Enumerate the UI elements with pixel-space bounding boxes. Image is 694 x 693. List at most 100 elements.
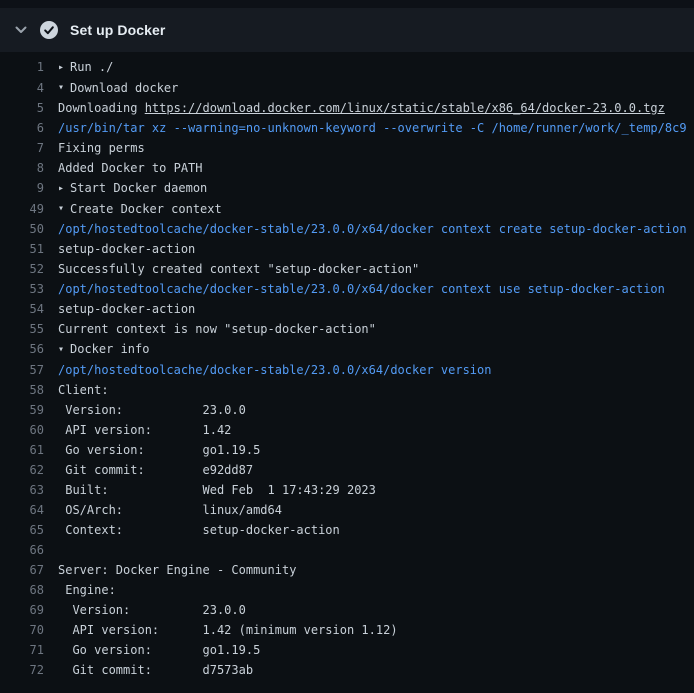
log-line[interactable]: 4 ▾Download docker — [0, 78, 694, 99]
plain-log-text: Version: 23.0.0 — [58, 600, 246, 620]
log-line[interactable]: 59 Version: 23.0.0 — [0, 400, 694, 420]
line-number[interactable]: 70 — [0, 620, 44, 640]
line-number[interactable]: 1 — [0, 57, 44, 78]
line-number[interactable]: 63 — [0, 480, 44, 500]
line-number[interactable]: 60 — [0, 420, 44, 440]
command-text: /opt/hostedtoolcache/docker-stable/23.0.… — [58, 222, 687, 236]
log-line[interactable]: 6 /usr/bin/tar xz --warning=no-unknown-k… — [0, 118, 694, 138]
plain-log-text: Git commit: e92dd87 — [58, 460, 253, 480]
line-content: /opt/hostedtoolcache/docker-stable/23.0.… — [58, 279, 665, 299]
line-number[interactable]: 69 — [0, 600, 44, 620]
collapse-group-icon[interactable]: ▾ — [58, 199, 70, 219]
log-line[interactable]: 51 setup-docker-action — [0, 239, 694, 259]
group-title: Run ./ — [70, 60, 113, 74]
log-line[interactable]: 52 Successfully created context "setup-d… — [0, 259, 694, 279]
log-url-link[interactable]: https://download.docker.com/linux/static… — [145, 101, 665, 115]
log-line[interactable]: 71 Go version: go1.19.5 — [0, 640, 694, 660]
line-number[interactable]: 5 — [0, 98, 44, 118]
chevron-down-icon[interactable] — [14, 23, 28, 37]
log-line[interactable]: 54 setup-docker-action — [0, 299, 694, 319]
log-line[interactable]: 53 /opt/hostedtoolcache/docker-stable/23… — [0, 279, 694, 299]
log-line[interactable]: 72 Git commit: d7573ab — [0, 660, 694, 680]
log-line[interactable]: 8 Added Docker to PATH — [0, 158, 694, 178]
log-line[interactable]: 50 /opt/hostedtoolcache/docker-stable/23… — [0, 219, 694, 239]
line-content: ▾Create Docker context — [58, 199, 222, 220]
log-line[interactable]: 64 OS/Arch: linux/amd64 — [0, 500, 694, 520]
log-line[interactable]: 60 API version: 1.42 — [0, 420, 694, 440]
group-title: Create Docker context — [70, 202, 222, 216]
log-line[interactable]: 57 /opt/hostedtoolcache/docker-stable/23… — [0, 360, 694, 380]
line-number[interactable]: 62 — [0, 460, 44, 480]
line-number[interactable]: 50 — [0, 219, 44, 239]
log-line[interactable]: 49 ▾Create Docker context — [0, 199, 694, 220]
log-line[interactable]: 68 Engine: — [0, 580, 694, 600]
step-title: Set up Docker — [70, 22, 165, 38]
log-line[interactable]: 5 Downloading https://download.docker.co… — [0, 98, 694, 118]
line-number[interactable]: 54 — [0, 299, 44, 319]
plain-log-text: OS/Arch: linux/amd64 — [58, 500, 282, 520]
expand-group-icon[interactable]: ▸ — [58, 179, 70, 199]
log-line[interactable]: 61 Go version: go1.19.5 — [0, 440, 694, 460]
log-lines: 1 ▸Run ./ 4 ▾Download docker 5 Downloadi… — [0, 52, 694, 693]
line-number[interactable]: 55 — [0, 319, 44, 339]
line-number[interactable]: 4 — [0, 78, 44, 99]
plain-log-text: Server: Docker Engine - Community — [58, 560, 296, 580]
plain-log-text: Fixing perms — [58, 138, 145, 158]
line-content: Downloading https://download.docker.com/… — [58, 98, 665, 118]
line-number[interactable]: 56 — [0, 339, 44, 360]
line-number[interactable]: 64 — [0, 500, 44, 520]
line-number[interactable]: 53 — [0, 279, 44, 299]
plain-log-text: API version: 1.42 — [58, 420, 231, 440]
group-title: Start Docker daemon — [70, 181, 207, 195]
line-number[interactable]: 6 — [0, 118, 44, 138]
line-content: /opt/hostedtoolcache/docker-stable/23.0.… — [58, 219, 687, 239]
line-number[interactable]: 66 — [0, 540, 44, 560]
line-number[interactable]: 67 — [0, 560, 44, 580]
plain-log-text: API version: 1.42 (minimum version 1.12) — [58, 620, 398, 640]
line-content: /usr/bin/tar xz --warning=no-unknown-key… — [58, 118, 687, 138]
line-content: ▾Docker info — [58, 339, 149, 360]
log-line[interactable]: 56 ▾Docker info — [0, 339, 694, 360]
log-line[interactable]: 55 Current context is now "setup-docker-… — [0, 319, 694, 339]
log-line[interactable]: 62 Git commit: e92dd87 — [0, 460, 694, 480]
log-line[interactable]: 69 Version: 23.0.0 — [0, 600, 694, 620]
command-text: /usr/bin/tar xz --warning=no-unknown-key… — [58, 121, 687, 135]
log-line[interactable]: 66 — [0, 540, 694, 560]
log-line[interactable]: 65 Context: setup-docker-action — [0, 520, 694, 540]
line-number[interactable]: 58 — [0, 380, 44, 400]
log-line[interactable]: 58 Client: — [0, 380, 694, 400]
line-number[interactable]: 65 — [0, 520, 44, 540]
plain-log-text: Go version: go1.19.5 — [58, 640, 260, 660]
line-number[interactable]: 52 — [0, 259, 44, 279]
log-line[interactable]: 1 ▸Run ./ — [0, 57, 694, 78]
log-line[interactable]: 63 Built: Wed Feb 1 17:43:29 2023 — [0, 480, 694, 500]
line-number[interactable]: 57 — [0, 360, 44, 380]
line-number[interactable]: 49 — [0, 199, 44, 220]
line-content: ▸Run ./ — [58, 57, 113, 78]
plain-log-text: Built: Wed Feb 1 17:43:29 2023 — [58, 480, 376, 500]
line-number[interactable]: 71 — [0, 640, 44, 660]
plain-log-text: Git commit: d7573ab — [58, 660, 253, 680]
line-number[interactable]: 51 — [0, 239, 44, 259]
line-content: ▸Start Docker daemon — [58, 178, 207, 199]
line-number[interactable]: 72 — [0, 660, 44, 680]
line-number[interactable]: 68 — [0, 580, 44, 600]
plain-log-text: Version: 23.0.0 — [58, 400, 246, 420]
line-number[interactable]: 8 — [0, 158, 44, 178]
log-line[interactable]: 9 ▸Start Docker daemon — [0, 178, 694, 199]
expand-group-icon[interactable]: ▸ — [58, 58, 70, 78]
collapse-group-icon[interactable]: ▾ — [58, 78, 70, 98]
line-number[interactable]: 59 — [0, 400, 44, 420]
log-line[interactable]: 70 API version: 1.42 (minimum version 1.… — [0, 620, 694, 640]
line-number[interactable]: 9 — [0, 178, 44, 199]
log-line[interactable]: 67 Server: Docker Engine - Community — [0, 560, 694, 580]
group-title: Docker info — [70, 342, 149, 356]
line-number[interactable]: 7 — [0, 138, 44, 158]
step-log-panel: Set up Docker 1 ▸Run ./ 4 ▾Download dock… — [0, 8, 694, 693]
step-header[interactable]: Set up Docker — [0, 8, 694, 52]
plain-log-text: Current context is now "setup-docker-act… — [58, 319, 376, 339]
plain-log-text: Engine: — [58, 580, 116, 600]
line-number[interactable]: 61 — [0, 440, 44, 460]
log-line[interactable]: 7 Fixing perms — [0, 138, 694, 158]
collapse-group-icon[interactable]: ▾ — [58, 340, 70, 360]
